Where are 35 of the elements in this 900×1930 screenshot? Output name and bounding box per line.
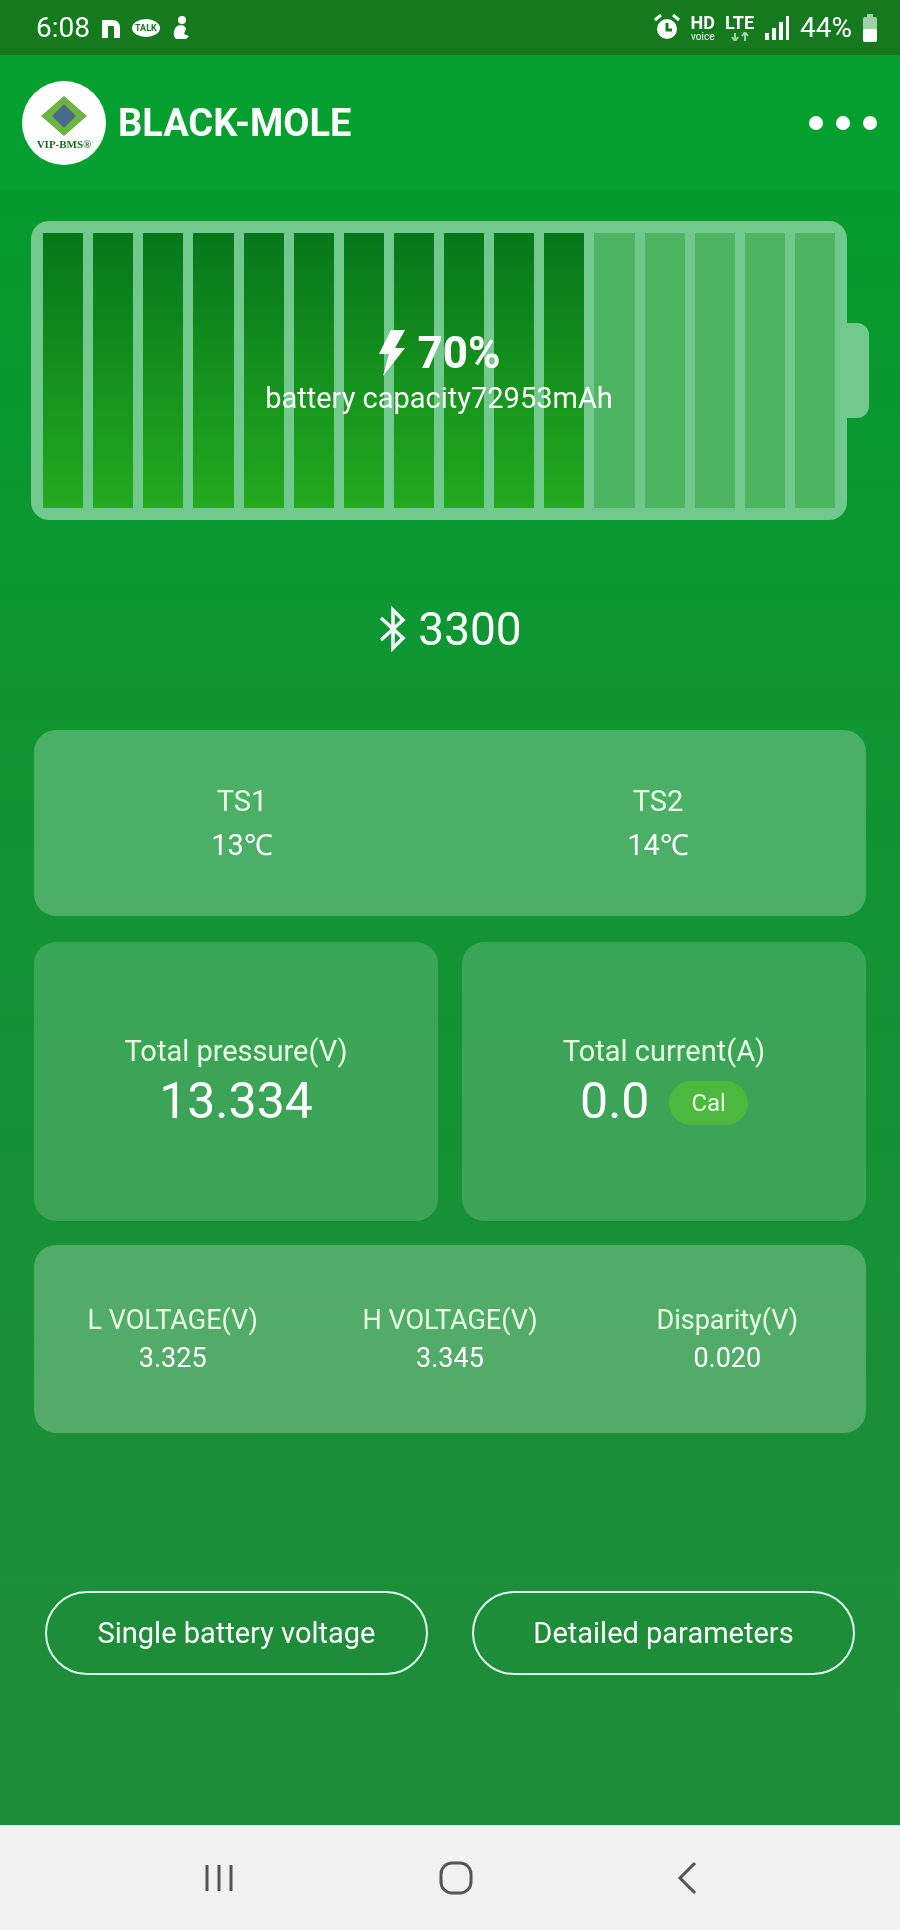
home-icon[interactable]: [439, 1860, 473, 1895]
battery-icon: [862, 13, 878, 42]
capacity-text: battery capacity72953mAh: [265, 380, 613, 415]
chat-badge: TALK: [132, 18, 160, 37]
bluetooth-value: 3300: [418, 602, 522, 656]
metric-label: L VOLTAGE(V): [87, 1304, 258, 1336]
hd-label: HD: [690, 13, 715, 32]
app-title: BLACK-MOLE: [118, 100, 353, 145]
metric-value: 13.334: [159, 1071, 313, 1130]
alarm-icon: [652, 13, 681, 42]
metric-label: Total pressure(V): [124, 1033, 348, 1068]
metric-value: 14℃: [627, 826, 689, 863]
metric-value: 0.020: [693, 1342, 762, 1374]
data-arrows-icon: [730, 32, 749, 41]
back-icon[interactable]: [676, 1860, 699, 1895]
more-icon[interactable]: [808, 114, 878, 131]
metric-value: 0.0: [580, 1071, 650, 1130]
metric-value: 3.325: [138, 1342, 207, 1374]
metric-label: Total current(A): [562, 1033, 766, 1068]
voice-label: voice: [691, 31, 715, 42]
signal-icon: [764, 14, 790, 41]
calibrate-button[interactable]: Cal: [669, 1080, 748, 1125]
metric-value: 13℃: [211, 826, 273, 863]
metric-value: 3.345: [416, 1342, 484, 1374]
metric-label: H VOLTAGE(V): [362, 1304, 538, 1336]
metric-label: TS2: [632, 783, 684, 818]
network-label: LTE: [725, 14, 754, 32]
nav-button[interactable]: Single battery voltage: [45, 1591, 428, 1675]
battery-percent: 44%: [800, 11, 852, 44]
metric-label: TS1: [216, 783, 268, 818]
nav-button[interactable]: Detailed parameters: [472, 1591, 855, 1675]
metric-label: Disparity(V): [656, 1304, 799, 1336]
app-logo: VIP-BMS®: [22, 80, 106, 165]
clock: 6:08: [36, 11, 90, 44]
charge-percent: 70%: [417, 326, 501, 379]
